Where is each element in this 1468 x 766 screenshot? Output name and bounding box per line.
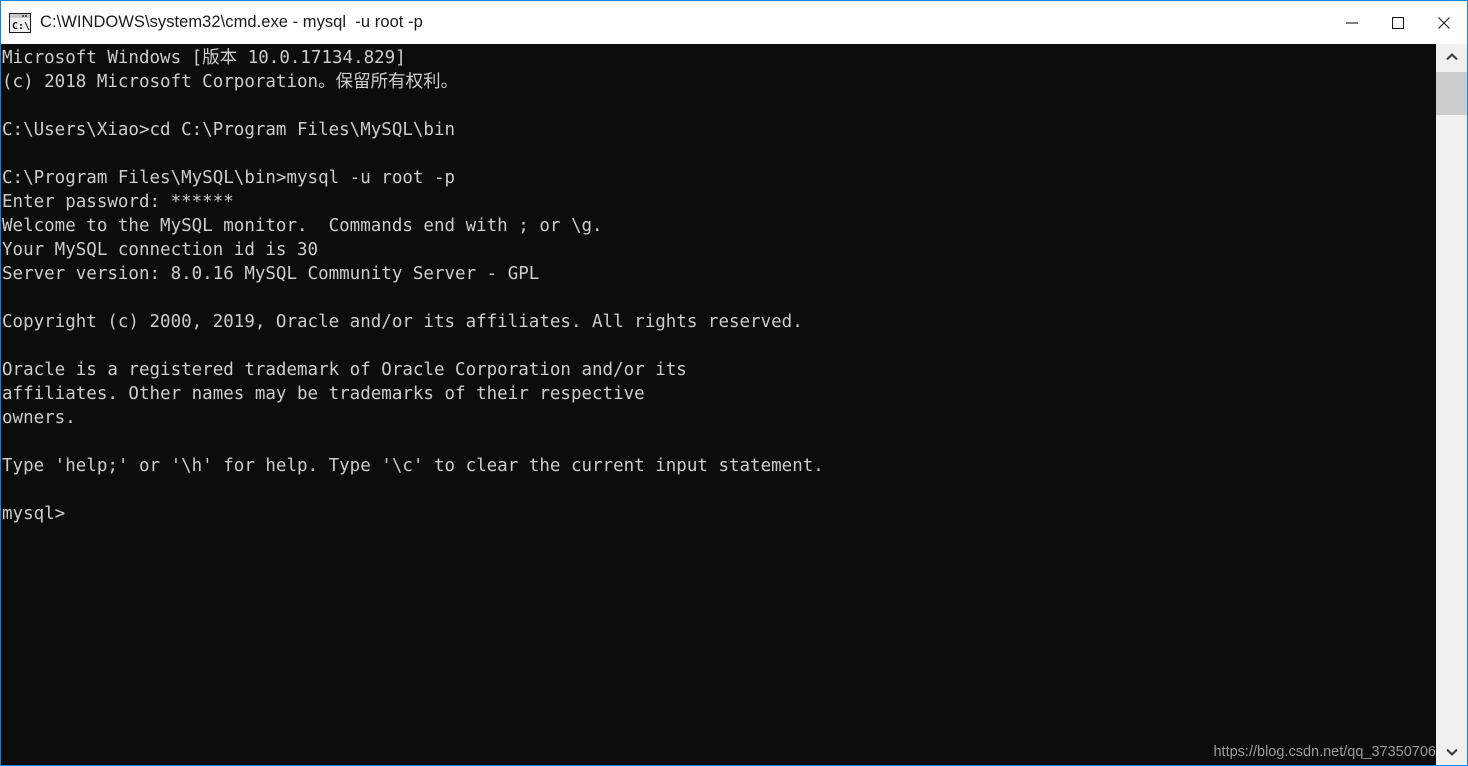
console-line: Welcome to the MySQL monitor. Commands e…	[2, 216, 603, 236]
window-titlebar[interactable]: C:\ C:\WINDOWS\system32\cmd.exe - mysql …	[1, 1, 1467, 44]
scroll-up-button[interactable]	[1436, 44, 1467, 70]
console-line: Oracle is a registered trademark of Orac…	[2, 360, 687, 380]
window-title: C:\WINDOWS\system32\cmd.exe - mysql -u r…	[40, 13, 423, 31]
window-controls	[1329, 1, 1467, 44]
svg-text:C:\: C:\	[12, 21, 30, 32]
console-line: (c) 2018 Microsoft Corporation。保留所有权利。	[2, 72, 459, 92]
chevron-down-icon	[1445, 748, 1458, 756]
scroll-down-button[interactable]	[1436, 739, 1467, 765]
console-scrollbar[interactable]	[1436, 44, 1467, 765]
scrollbar-track[interactable]	[1436, 70, 1467, 739]
maximize-button[interactable]	[1375, 1, 1421, 44]
console-line: owners.	[2, 408, 76, 428]
console-line: Server version: 8.0.16 MySQL Community S…	[2, 264, 540, 284]
console-line: C:\Users\Xiao>cd C:\Program Files\MySQL\…	[2, 120, 456, 140]
chevron-up-icon	[1445, 53, 1458, 61]
minimize-button[interactable]	[1329, 1, 1375, 44]
cmd-window: C:\ C:\WINDOWS\system32\cmd.exe - mysql …	[0, 0, 1468, 766]
console-line: Your MySQL connection id is 30	[2, 240, 319, 260]
console-line: Enter password: ******	[2, 192, 234, 212]
watermark-text: https://blog.csdn.net/qq_37350706	[1213, 744, 1436, 760]
console-line: mysql>	[2, 504, 66, 524]
console-line: C:\Program Files\MySQL\bin>mysql -u root…	[2, 168, 456, 188]
console-line: Copyright (c) 2000, 2019, Oracle and/or …	[2, 312, 803, 332]
close-button[interactable]	[1421, 1, 1467, 44]
console-line: affiliates. Other names may be trademark…	[2, 384, 645, 404]
console-text: Microsoft Windows [版本 10.0.17134.829] (c)…	[1, 46, 1436, 526]
scrollbar-thumb[interactable]	[1436, 72, 1467, 115]
cmd-console-icon: C:\	[9, 12, 31, 33]
console-line: Microsoft Windows [版本 10.0.17134.829]	[2, 48, 406, 68]
console-output-area[interactable]: Microsoft Windows [版本 10.0.17134.829] (c)…	[1, 44, 1436, 765]
console-line: Type 'help;' or '\h' for help. Type '\c'…	[2, 456, 824, 476]
